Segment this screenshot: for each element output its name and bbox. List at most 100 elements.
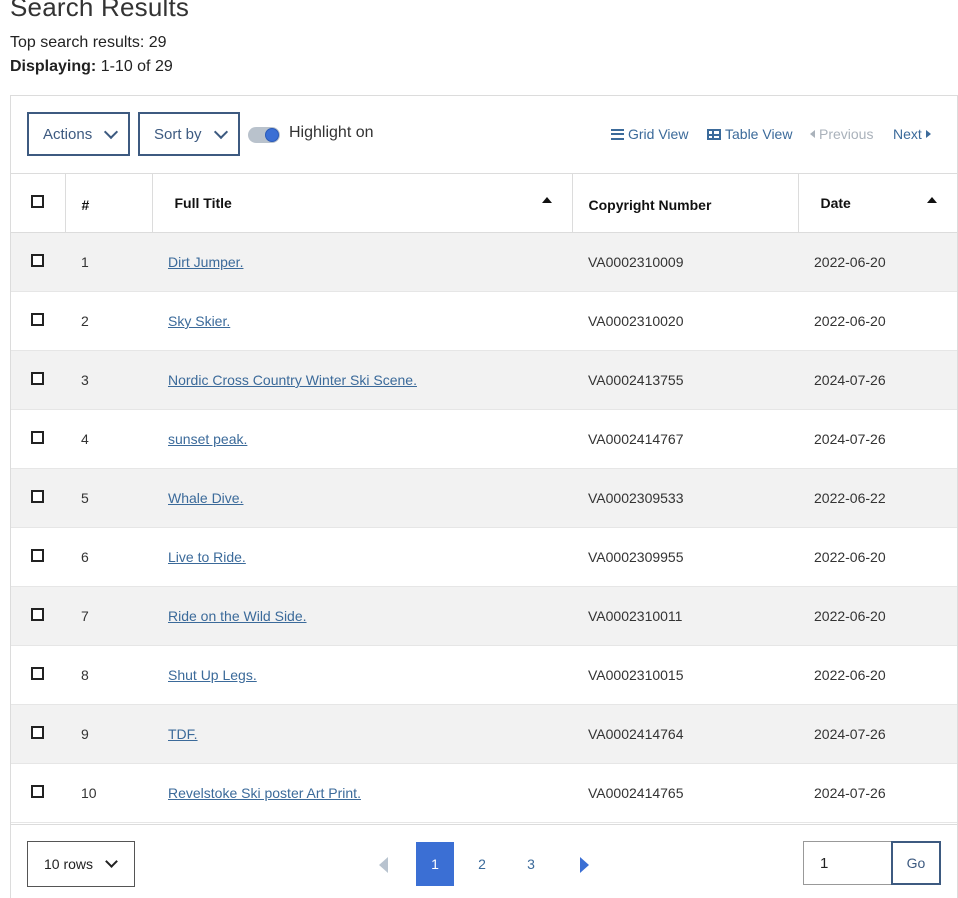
- row-select-cell: [11, 232, 65, 292]
- chevron-down-icon: [104, 124, 119, 139]
- previous-link[interactable]: Previous: [810, 126, 873, 142]
- row-title-cell: Revelstoke Ski poster Art Print.: [152, 763, 572, 823]
- copyright-number: VA0002309955: [572, 527, 798, 587]
- row-checkbox[interactable]: [31, 254, 44, 267]
- full-title-header-label: Full Title: [174, 195, 232, 211]
- row-number: 4: [65, 409, 152, 469]
- row-checkbox[interactable]: [31, 490, 44, 503]
- copyright-number: VA0002310020: [572, 291, 798, 351]
- copyright-number: VA0002414765: [572, 763, 798, 823]
- copyright-number: VA0002414767: [572, 409, 798, 469]
- row-number: 6: [65, 527, 152, 587]
- row-date: 2022-06-20: [798, 291, 957, 351]
- grid-view-label: Grid View: [628, 126, 689, 142]
- sort-ascending-icon[interactable]: [541, 197, 552, 203]
- row-checkbox[interactable]: [31, 726, 44, 739]
- select-all-checkbox[interactable]: [31, 195, 44, 208]
- table-row: 1 Dirt Jumper. VA0002310009 2022-06-20: [11, 232, 957, 292]
- highlight-label: Highlight on: [289, 124, 374, 141]
- next-page-arrow-icon[interactable]: [580, 857, 589, 873]
- row-title-cell: sunset peak.: [152, 409, 572, 469]
- row-number: 8: [65, 645, 152, 705]
- sort-by-dropdown[interactable]: Sort by: [138, 112, 240, 156]
- title-link[interactable]: Shut Up Legs.: [168, 667, 257, 683]
- title-link[interactable]: sunset peak.: [168, 431, 247, 447]
- title-link[interactable]: Dirt Jumper.: [168, 254, 243, 270]
- go-button[interactable]: Go: [891, 841, 941, 885]
- title-link[interactable]: Sky Skier.: [168, 313, 230, 329]
- row-number: 9: [65, 704, 152, 764]
- table-row: 3 Nordic Cross Country Winter Ski Scene. V…: [11, 350, 957, 410]
- rows-per-page-value: 10 rows: [44, 856, 94, 872]
- row-date: 2022-06-20: [798, 232, 957, 292]
- row-select-cell: [11, 704, 65, 764]
- row-checkbox[interactable]: [31, 431, 44, 444]
- row-title-cell: Shut Up Legs.: [152, 645, 572, 705]
- highlight-toggle[interactable]: [248, 127, 280, 143]
- row-select-cell: [11, 586, 65, 646]
- page-button-1[interactable]: 1: [416, 842, 454, 886]
- title-link[interactable]: Ride on the Wild Side.: [168, 608, 307, 624]
- page-title: Search Results: [10, 0, 190, 22]
- row-checkbox[interactable]: [31, 667, 44, 680]
- title-link[interactable]: Whale Dive.: [168, 490, 243, 506]
- sort-by-label: Sort by: [154, 125, 202, 143]
- row-checkbox[interactable]: [31, 313, 44, 326]
- column-header-date[interactable]: Date: [798, 173, 957, 233]
- caret-right-icon: [925, 130, 931, 138]
- row-number: 7: [65, 586, 152, 646]
- row-checkbox[interactable]: [31, 785, 44, 798]
- row-number: 2: [65, 291, 152, 351]
- copyright-number: VA0002309533: [572, 468, 798, 528]
- title-link[interactable]: Live to Ride.: [168, 549, 246, 565]
- rows-per-page-select[interactable]: 10 rows: [27, 841, 135, 887]
- copyright-number: VA0002414764: [572, 704, 798, 764]
- column-header-full-title[interactable]: Full Title: [152, 173, 573, 233]
- displaying-range: Displaying: 1-10 of 29: [10, 58, 173, 76]
- title-link[interactable]: Revelstoke Ski poster Art Print.: [168, 785, 361, 801]
- grid-view-link[interactable]: Grid View: [611, 126, 688, 142]
- page-number-input[interactable]: [803, 841, 893, 885]
- title-link[interactable]: TDF.: [168, 726, 198, 742]
- results-panel: Actions Sort by Highlight on Grid View T…: [10, 95, 958, 898]
- previous-label: Previous: [819, 126, 874, 142]
- next-label: Next: [893, 126, 922, 142]
- toggle-knob: [265, 128, 279, 142]
- row-title-cell: Live to Ride.: [152, 527, 572, 587]
- row-checkbox[interactable]: [31, 549, 44, 562]
- row-select-cell: [11, 468, 65, 528]
- page-button-2[interactable]: 2: [463, 842, 501, 886]
- row-select-cell: [11, 291, 65, 351]
- row-number: 5: [65, 468, 152, 528]
- results-toolbar: Actions Sort by Highlight on Grid View T…: [11, 96, 957, 173]
- chevron-down-icon: [105, 855, 118, 868]
- row-number: 1: [65, 232, 152, 292]
- table-icon: [707, 128, 721, 140]
- row-title-cell: TDF.: [152, 704, 572, 764]
- displaying-label: Displaying:: [10, 58, 97, 75]
- table-view-link[interactable]: Table View: [707, 126, 792, 142]
- row-select-cell: [11, 527, 65, 587]
- chevron-down-icon: [213, 124, 228, 139]
- previous-page-arrow-icon[interactable]: [379, 857, 388, 873]
- actions-dropdown[interactable]: Actions: [27, 112, 130, 156]
- row-title-cell: Dirt Jumper.: [152, 232, 572, 292]
- row-number: 10: [65, 763, 152, 823]
- row-checkbox[interactable]: [31, 372, 44, 385]
- table-view-label: Table View: [725, 126, 793, 142]
- row-title-cell: Sky Skier.: [152, 291, 572, 351]
- row-date: 2024-07-26: [798, 763, 957, 823]
- select-all-cell: [11, 173, 66, 233]
- results-table-body: 1 Dirt Jumper. VA0002310009 2022-06-20 2 Sky …: [11, 232, 957, 823]
- list-icon: [611, 128, 624, 140]
- table-row: 8 Shut Up Legs. VA0002310015 2022-06-20: [11, 645, 957, 705]
- next-link[interactable]: Next: [893, 126, 931, 142]
- pagination-footer: 10 rows 1 2 3 Go: [11, 824, 957, 898]
- title-link[interactable]: Nordic Cross Country Winter Ski Scene.: [168, 372, 417, 388]
- page-button-3[interactable]: 3: [512, 842, 550, 886]
- row-date: 2022-06-20: [798, 645, 957, 705]
- caret-left-icon: [810, 130, 815, 138]
- table-row: 10 Revelstoke Ski poster Art Print. VA0002…: [11, 763, 957, 823]
- row-checkbox[interactable]: [31, 608, 44, 621]
- sort-ascending-icon[interactable]: [927, 197, 937, 203]
